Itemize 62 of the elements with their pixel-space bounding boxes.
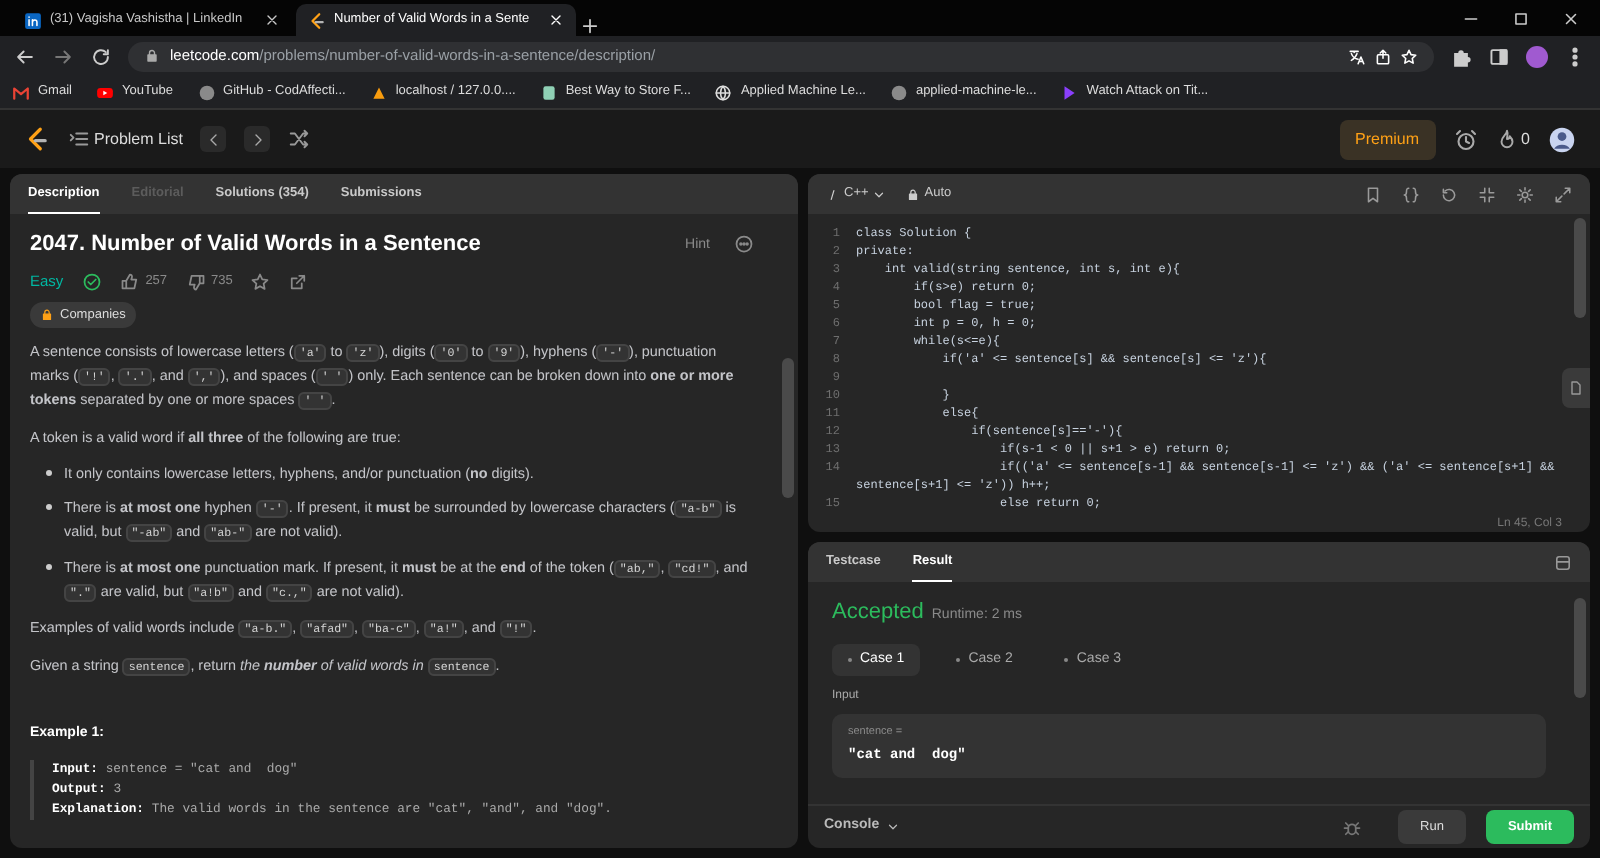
- thumbs-down-icon[interactable]: [185, 271, 206, 291]
- problem-title: 2047. Number of Valid Words in a Sentence: [30, 230, 481, 258]
- problem-list-link[interactable]: Problem List: [94, 127, 183, 151]
- layout-icon[interactable]: [1554, 553, 1572, 571]
- shuffle-icon[interactable]: [288, 128, 311, 150]
- collapse-icon[interactable]: [1478, 185, 1496, 203]
- debug-icon[interactable]: [1342, 817, 1363, 837]
- play-icon: [1060, 83, 1079, 101]
- list-icon[interactable]: [68, 128, 90, 150]
- new-tab-icon[interactable]: [580, 16, 600, 36]
- chevron-down-icon: [885, 820, 900, 834]
- streak-count: 0: [1521, 127, 1530, 151]
- notes-button[interactable]: [1562, 368, 1590, 408]
- bullet-icon: [46, 504, 52, 510]
- bullet-icon: [46, 564, 52, 570]
- lock-icon: [144, 48, 160, 64]
- page-icon: [539, 83, 558, 101]
- close-icon[interactable]: [1562, 9, 1580, 27]
- bullet-icon: [46, 470, 52, 476]
- share-icon[interactable]: [1374, 47, 1392, 65]
- lock-icon: [40, 308, 54, 322]
- round-logo-icon: [889, 83, 908, 101]
- file-icon: [1568, 380, 1584, 396]
- bookmark-icon[interactable]: [1364, 185, 1382, 203]
- close-icon[interactable]: [264, 12, 280, 28]
- premium-button[interactable]: Premium: [1339, 119, 1436, 159]
- chevron-down-icon[interactable]: [872, 187, 887, 201]
- more-icon[interactable]: [734, 234, 754, 254]
- fullscreen-icon[interactable]: [1554, 185, 1572, 203]
- settings-icon[interactable]: [1516, 185, 1534, 203]
- chevron-left-icon: [205, 131, 222, 147]
- translate-icon[interactable]: [1348, 47, 1366, 65]
- logo-icon[interactable]: [24, 126, 50, 152]
- scrollbar-thumb[interactable]: [782, 358, 794, 498]
- avatar-icon[interactable]: [1548, 125, 1576, 153]
- bracket-logo-icon: [308, 11, 326, 29]
- sail-icon: [369, 83, 388, 101]
- thumbs-up-icon[interactable]: [119, 271, 140, 291]
- lock-icon: [906, 187, 921, 201]
- globe-icon: [714, 83, 733, 101]
- puzzle-icon[interactable]: [1450, 45, 1472, 67]
- star-icon[interactable]: [250, 271, 271, 291]
- scrollbar-thumb[interactable]: [1574, 218, 1586, 318]
- scrollbar-thumb[interactable]: [1574, 598, 1586, 698]
- mail-icon: [12, 83, 30, 101]
- undo-icon[interactable]: [1440, 185, 1458, 203]
- alarm-icon[interactable]: [1453, 127, 1478, 151]
- profile-avatar[interactable]: [1526, 45, 1548, 67]
- square-logo-icon: [24, 11, 42, 29]
- round-logo-icon: [197, 83, 216, 101]
- back-icon[interactable]: [14, 45, 36, 67]
- maximize-icon[interactable]: [1512, 9, 1530, 27]
- code-icon: [826, 187, 840, 201]
- braces-icon[interactable]: [1402, 185, 1420, 203]
- forward-icon[interactable]: [52, 45, 74, 67]
- next-button[interactable]: [244, 126, 271, 152]
- play-button-icon: [95, 83, 114, 101]
- previous-button[interactable]: [200, 126, 227, 152]
- verdict-text: Accepted: [832, 598, 924, 628]
- flame-icon: [1495, 128, 1518, 150]
- reload-icon[interactable]: [90, 45, 112, 67]
- sidebar-icon[interactable]: [1488, 45, 1510, 67]
